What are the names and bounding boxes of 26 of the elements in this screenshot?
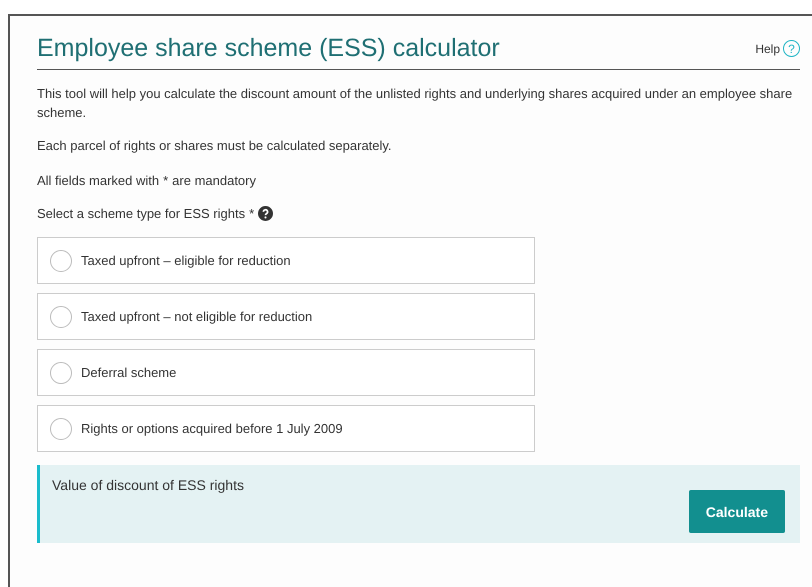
scheme-option[interactable]: Taxed upfront – eligible for reduction <box>37 237 535 284</box>
option-label: Taxed upfront – eligible for reduction <box>81 253 291 268</box>
calculate-button[interactable]: Calculate <box>688 490 785 533</box>
help-link[interactable]: Help ? <box>755 40 800 57</box>
scheme-option[interactable]: Taxed upfront – not eligible for reduction <box>37 293 535 340</box>
option-label: Rights or options acquired before 1 July 2009 <box>81 421 343 436</box>
intro-text: This tool will help you calculate the discount amount of the unlisted rights and underlying shares acquired under an employee share scheme. <box>37 85 794 122</box>
required-mark: * <box>163 173 168 188</box>
intro-text: Each parcel of rights or shares must be calculated separately. <box>37 137 393 155</box>
scheme-option[interactable]: Rights or options acquired before 1 July 2009 <box>37 405 535 452</box>
help-icon[interactable] <box>258 206 274 221</box>
scheme-option[interactable]: Deferral scheme <box>37 349 535 396</box>
radio-button[interactable] <box>50 362 72 384</box>
radio-button[interactable] <box>50 306 72 328</box>
required-mark: * <box>249 206 254 221</box>
help-label: Help <box>755 42 780 56</box>
help-icon: ? <box>783 40 800 57</box>
page-title: Employee share scheme (ESS) calculator <box>37 34 500 63</box>
mandatory-note: are mandatory <box>172 173 256 188</box>
radio-button[interactable] <box>50 250 72 272</box>
mandatory-note: All fields marked with <box>37 173 160 188</box>
question-label: Select a scheme type for ESS rights <box>37 206 246 221</box>
radio-button[interactable] <box>50 418 72 440</box>
option-label: Deferral scheme <box>81 365 176 380</box>
option-label: Taxed upfront – not eligible for reduction <box>81 309 312 324</box>
result-label: Value of discount of ESS rights <box>52 477 244 493</box>
